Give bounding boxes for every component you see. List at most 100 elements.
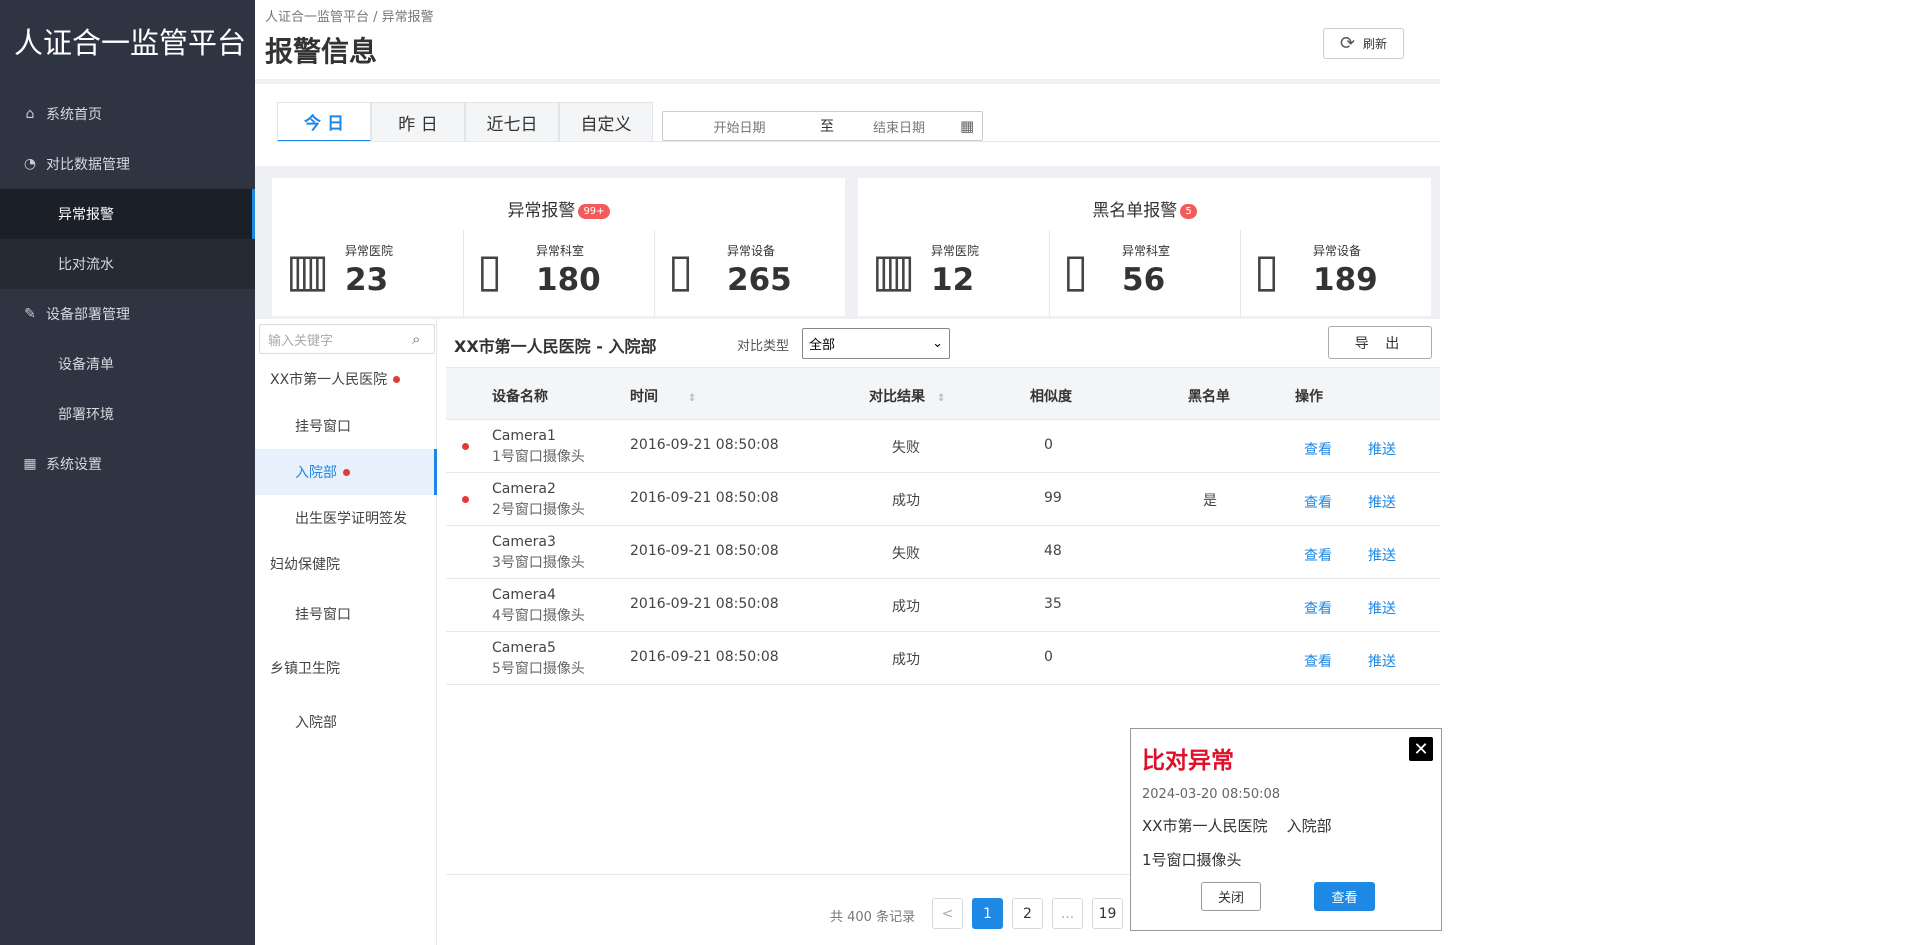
sidebar-item-settings[interactable]: ▦ 系统设置 — [0, 439, 255, 489]
column-header-time[interactable]: 时间 ⇕ — [630, 386, 696, 406]
tree-search-input[interactable]: 输入关键字 ⌕ — [259, 324, 435, 354]
export-button[interactable]: 导 出 — [1328, 326, 1432, 359]
date-range-picker[interactable]: 开始日期 至 结束日期 ▦ — [662, 111, 983, 141]
sort-icon: ⇕ — [688, 393, 697, 404]
org-tree: 输入关键字 ⌕ XX市第一人民医院 挂号窗口 入院部 出生医学证明签发 妇幼保健院… — [255, 319, 437, 945]
search-icon[interactable]: ⌕ — [412, 330, 434, 348]
row-similarity: 99 — [1044, 490, 1062, 506]
tree-node-label: 乡镇卫生院 — [270, 661, 340, 677]
tab-today[interactable]: 今 日 — [277, 102, 371, 142]
row-similarity: 0 — [1044, 437, 1053, 453]
column-header: 设备名称 — [492, 389, 548, 405]
search-placeholder: 输入关键字 — [268, 333, 334, 349]
pagination-ellipsis[interactable]: ... — [1052, 898, 1083, 929]
row-result: 失败 — [892, 546, 920, 562]
sidebar-item-label: 异常报警 — [58, 207, 114, 223]
tree-node-label: 出生医学证明签发 — [295, 511, 407, 527]
stat-value: 23 — [345, 262, 389, 298]
stat-abnormal-hospitals: ▥ 异常医院 23 — [272, 230, 463, 316]
tree-node-selected[interactable]: 入院部 — [255, 449, 437, 495]
sidebar-item-deploy-env[interactable]: 部署环境 — [0, 389, 255, 439]
hospital-icon: ▥ — [286, 243, 330, 297]
push-link[interactable]: 推送 — [1368, 439, 1396, 459]
push-link[interactable]: 推送 — [1368, 651, 1396, 671]
sidebar-item-label: 比对流水 — [58, 257, 114, 273]
popup-device: 1号窗口摄像头 — [1142, 851, 1242, 869]
stat-value: 180 — [536, 262, 601, 298]
sidebar-item-compare-data[interactable]: ◔ 对比数据管理 — [0, 139, 255, 189]
stat-label: 异常医院 — [931, 244, 980, 258]
app-brand: 人证合一监管平台 — [14, 26, 247, 60]
tree-node-label: XX市第一人民医院 — [270, 372, 388, 388]
header-divider — [255, 79, 1440, 84]
sidebar-item-home[interactable]: ⌂ 系统首页 — [0, 89, 255, 139]
home-icon: ⌂ — [25, 106, 35, 122]
column-header: 相似度 — [1030, 389, 1072, 405]
start-date-input[interactable]: 开始日期 — [663, 117, 816, 136]
tree-node[interactable]: 挂号窗口 — [255, 403, 437, 449]
select-value: 全部 — [809, 338, 836, 353]
row-similarity: 0 — [1044, 649, 1053, 665]
tree-node[interactable]: XX市第一人民医院 — [255, 356, 437, 402]
push-link[interactable]: 推送 — [1368, 492, 1396, 512]
device-desc: 5号窗口摄像头 — [492, 661, 585, 677]
column-header-result[interactable]: 对比结果 ⇕ — [869, 386, 945, 406]
row-time: 2016-09-21 08:50:08 — [630, 490, 779, 506]
compare-alert-popup: 比对异常 ✕ 2024-03-20 08:50:08 XX市第一人民医院 入院部… — [1130, 728, 1442, 931]
calendar-icon[interactable]: ▦ — [960, 117, 974, 135]
row-result: 成功 — [892, 652, 920, 668]
sidebar-item-device-deploy[interactable]: ✎ 设备部署管理 — [0, 289, 255, 339]
tab-yesterday[interactable]: 昨 日 — [371, 102, 465, 142]
edit-icon: ✎ — [24, 306, 36, 322]
pagination-page-19[interactable]: 19 — [1092, 898, 1123, 929]
table-title: XX市第一人民医院 - 入院部 — [454, 337, 657, 356]
pagination-page-2[interactable]: 2 — [1012, 898, 1043, 929]
view-link[interactable]: 查看 — [1304, 651, 1332, 671]
tree-node[interactable]: 入院部 — [255, 699, 437, 745]
view-link[interactable]: 查看 — [1304, 545, 1332, 565]
sidebar-item-compare-flow[interactable]: 比对流水 — [0, 239, 255, 289]
filter-label: 对比类型 — [737, 339, 790, 354]
close-icon[interactable]: ✕ — [1409, 737, 1433, 761]
device-name: Camera3 — [492, 534, 556, 550]
sort-icon: ⇕ — [937, 393, 946, 404]
tree-node[interactable]: 乡镇卫生院 — [255, 645, 437, 691]
sidebar-item-abnormal-alarm[interactable]: 异常报警 — [0, 189, 255, 239]
breadcrumb: 人证合一监管平台 / 异常报警 — [265, 10, 434, 25]
end-date-input[interactable]: 结束日期 — [838, 117, 960, 136]
sidebar-item-label: 设备部署管理 — [46, 307, 130, 323]
stat-value: 189 — [1313, 262, 1378, 298]
refresh-button[interactable]: ⟳ 刷新 — [1323, 28, 1404, 59]
popup-view-button[interactable]: 查看 — [1314, 882, 1375, 911]
sidebar-item-device-list[interactable]: 设备清单 — [0, 339, 255, 389]
sidebar-item-label: 设备清单 — [58, 357, 114, 373]
tree-node[interactable]: 妇幼保健院 — [255, 541, 437, 587]
table-row: Camera5 5号窗口摄像头 2016-09-21 08:50:08 成功 0… — [446, 632, 1440, 685]
view-link[interactable]: 查看 — [1304, 598, 1332, 618]
tree-node-label: 入院部 — [295, 715, 337, 731]
stat-value: 12 — [931, 262, 975, 298]
tree-node[interactable]: 出生医学证明签发 — [255, 495, 437, 541]
stat-blacklist-hospitals: ▥ 异常医院 12 — [858, 230, 1049, 316]
tab-custom[interactable]: 自定义 — [559, 102, 653, 142]
tree-node[interactable]: 挂号窗口 — [255, 591, 437, 637]
view-link[interactable]: 查看 — [1304, 439, 1332, 459]
device-desc: 2号窗口摄像头 — [492, 502, 585, 518]
popup-close-button[interactable]: 关闭 — [1201, 882, 1261, 911]
compare-type-select[interactable]: 全部 ⌄ — [802, 328, 950, 359]
pagination-total: 共 400 条记录 — [830, 910, 916, 925]
stat-value: 265 — [727, 262, 792, 298]
table-row: Camera4 4号窗口摄像头 2016-09-21 08:50:08 成功 3… — [446, 579, 1440, 632]
sidebar-item-label: 部署环境 — [58, 407, 114, 423]
pagination-prev-button[interactable]: < — [932, 898, 963, 929]
push-link[interactable]: 推送 — [1368, 598, 1396, 618]
push-link[interactable]: 推送 — [1368, 545, 1396, 565]
date-separator: 至 — [820, 119, 834, 135]
device-name: Camera1 — [492, 428, 556, 444]
device-desc: 4号窗口摄像头 — [492, 608, 585, 624]
view-link[interactable]: 查看 — [1304, 492, 1332, 512]
chevron-down-icon: ⌄ — [932, 336, 943, 351]
tree-node-label: 入院部 — [295, 465, 337, 481]
tab-last-seven-days[interactable]: 近七日 — [465, 102, 559, 142]
pagination-page-1[interactable]: 1 — [972, 898, 1003, 929]
